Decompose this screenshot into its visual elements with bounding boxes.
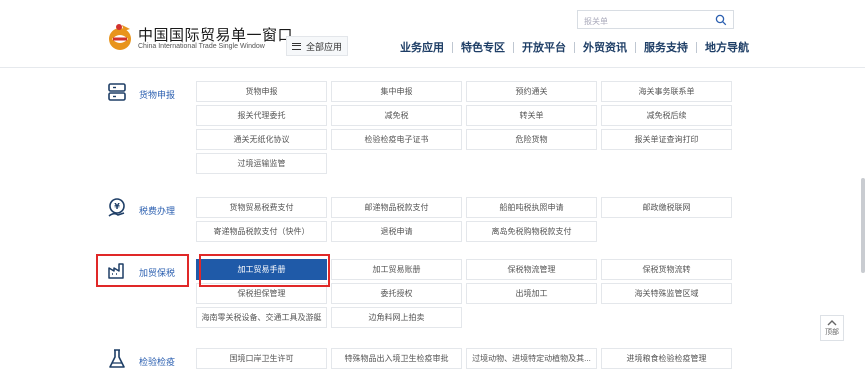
app-item-processing-trade-manual[interactable]: 加工贸易手册	[196, 259, 327, 280]
app-item-outbound-processing[interactable]: 出境加工	[466, 283, 597, 304]
nav-separator	[574, 41, 575, 53]
menu-icon	[291, 42, 301, 50]
app-item-grain-inspection[interactable]: 进境粮食检验检疫管理	[601, 348, 732, 369]
app-item-postal-tax-payment[interactable]: 邮递物品税款支付	[331, 197, 462, 218]
nav-open-platform[interactable]: 开放平台	[522, 39, 566, 55]
tax-payment-icon: ¥	[108, 198, 125, 217]
nav-business-apps[interactable]: 业务应用	[400, 39, 444, 55]
app-item-paperless-agreement[interactable]: 通关无纸化协议	[196, 129, 327, 150]
back-to-top-label: 顶部	[825, 329, 839, 336]
section-label-inspection-quarantine[interactable]: 检验检疫	[139, 355, 175, 368]
search-input[interactable]	[578, 13, 708, 30]
section-label-tax-payment[interactable]: 税费办理	[139, 204, 175, 217]
section-label-cargo-declaration[interactable]: 货物申报	[139, 88, 175, 101]
app-item-scrap-online-auction[interactable]: 边角料网上拍卖	[331, 307, 462, 328]
app-item-dangerous-goods[interactable]: 危险货物	[466, 129, 597, 150]
arrow-up-icon	[827, 320, 837, 326]
factory-icon	[108, 263, 124, 279]
app-item-centralized-declaration[interactable]: 集中申报	[331, 81, 462, 102]
app-item-bonded-guarantee[interactable]: 保税担保管理	[196, 283, 327, 304]
app-item-processing-trade-account[interactable]: 加工贸易账册	[331, 259, 462, 280]
app-item-appointment-clearance[interactable]: 预约通关	[466, 81, 597, 102]
app-item-offshore-duty-free-payment[interactable]: 离岛免税购物税款支付	[466, 221, 597, 242]
nav-separator	[513, 41, 514, 53]
app-item-transfer-document[interactable]: 转关单	[466, 105, 597, 126]
nav-local-navigation[interactable]: 地方导航	[705, 39, 749, 55]
app-item-document-query-print[interactable]: 报关单证查询打印	[601, 129, 732, 150]
app-item-transit-supervision[interactable]: 过境运输监管	[196, 153, 327, 174]
nav-service-support[interactable]: 服务支持	[644, 39, 688, 55]
app-item-tonnage-tax-license[interactable]: 船舶吨税执照申请	[466, 197, 597, 218]
app-item-special-supervision-zone[interactable]: 海关特殊监管区域	[601, 283, 732, 304]
app-item-transit-animals[interactable]: 过境动物、进境特定动植物及其...	[466, 348, 597, 369]
section-label-processing-trade[interactable]: 加贸保税	[139, 266, 175, 279]
search-box	[577, 10, 734, 30]
app-item-express-tax-payment[interactable]: 寄递物品税款支付（快件）	[196, 221, 327, 242]
app-item-customs-contact-sheet[interactable]: 海关事务联系单	[601, 81, 732, 102]
back-to-top-button[interactable]: 顶部	[820, 315, 844, 341]
page-scrollbar[interactable]	[861, 178, 865, 273]
site-title[interactable]: 中国国际贸易单一窗口	[138, 24, 293, 45]
app-item-postal-tax-network[interactable]: 邮政缴税联网	[601, 197, 732, 218]
inspection-quarantine-grid: 国境口岸卫生许可 特殊物品出入境卫生检疫审批 过境动物、进境特定动植物及其...…	[196, 348, 732, 369]
cargo-declaration-icon	[108, 83, 126, 101]
app-item-goods-tax-payment[interactable]: 货物贸易税费支付	[196, 197, 327, 218]
cargo-declaration-grid: 货物申报 集中申报 预约通关 海关事务联系单 报关代理委托 减免税 转关单 减免…	[196, 81, 732, 174]
app-item-entrustment-authorization[interactable]: 委托授权	[331, 283, 462, 304]
app-item-broker-entrustment[interactable]: 报关代理委托	[196, 105, 327, 126]
app-item-tax-refund[interactable]: 退税申请	[331, 221, 462, 242]
tax-payment-grid: 货物贸易税费支付 邮递物品税款支付 船舶吨税执照申请 邮政缴税联网 寄递物品税款…	[196, 197, 732, 242]
app-item-hainan-zero-tariff[interactable]: 海南零关税设备、交通工具及游艇	[196, 307, 327, 328]
header-divider	[0, 67, 865, 68]
app-item-inspection-e-certificate[interactable]: 检验检疫电子证书	[331, 129, 462, 150]
all-apps-label: 全部应用	[305, 41, 342, 52]
app-item-special-items-quarantine[interactable]: 特殊物品出入境卫生检疫审批	[331, 348, 462, 369]
site-header: 中国国际贸易单一窗口 China International Trade Sin…	[0, 0, 865, 66]
site-subtitle: China International Trade Single Window	[138, 43, 265, 50]
app-item-tax-reduction-followup[interactable]: 减免税后续	[601, 105, 732, 126]
app-item-bonded-goods-transfer[interactable]: 保税货物流转	[601, 259, 732, 280]
app-item-cargo-declaration[interactable]: 货物申报	[196, 81, 327, 102]
all-apps-button[interactable]: 全部应用	[286, 36, 348, 56]
svg-text:¥: ¥	[114, 202, 120, 211]
nav-trade-news[interactable]: 外贸资讯	[583, 39, 627, 55]
main-nav: 业务应用 特色专区 开放平台 外贸资讯 服务支持 地方导航	[400, 39, 749, 55]
flask-icon	[109, 349, 125, 368]
nav-featured-zone[interactable]: 特色专区	[461, 39, 505, 55]
search-icon[interactable]	[715, 14, 727, 26]
processing-trade-grid: 加工贸易手册 加工贸易账册 保税物流管理 保税货物流转 保税担保管理 委托授权 …	[196, 259, 732, 328]
app-item-bonded-logistics[interactable]: 保税物流管理	[466, 259, 597, 280]
app-item-port-health-permit[interactable]: 国境口岸卫生许可	[196, 348, 327, 369]
nav-separator	[452, 41, 453, 53]
nav-separator	[635, 41, 636, 53]
single-window-logo-icon[interactable]	[106, 22, 136, 52]
nav-separator	[696, 41, 697, 53]
app-item-tax-reduction[interactable]: 减免税	[331, 105, 462, 126]
